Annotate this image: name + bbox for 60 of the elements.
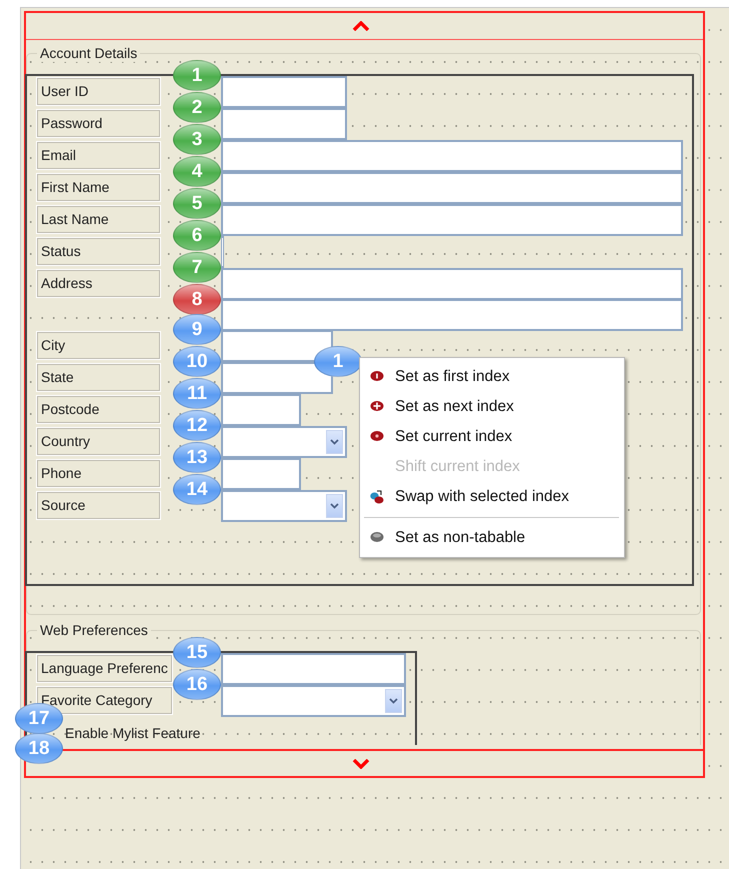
input-field[interactable] xyxy=(221,76,347,108)
field-label: Country xyxy=(36,427,161,456)
dropdown-field[interactable] xyxy=(221,685,406,717)
tab-order-badge[interactable]: 16 xyxy=(173,669,221,700)
tab-order-badge[interactable]: 13 xyxy=(173,442,221,473)
menu-item[interactable]: Set as next index xyxy=(362,392,622,422)
menu-item[interactable]: Set as first index xyxy=(362,362,622,392)
tab-order-badge[interactable]: 5 xyxy=(173,188,221,219)
field-label: Address xyxy=(36,269,161,298)
input-field[interactable] xyxy=(221,268,683,300)
tab-order-badge[interactable]: 1 xyxy=(173,60,221,91)
field-label: First Name xyxy=(36,173,161,202)
swap-icon xyxy=(370,490,384,504)
tab-order-badge[interactable]: 18 xyxy=(15,733,63,764)
input-field[interactable] xyxy=(221,362,333,394)
tab-order-badge[interactable]: 6 xyxy=(173,220,221,251)
tab-order-badge[interactable]: 8 xyxy=(173,284,221,315)
field-label: Language Preferenc xyxy=(36,654,173,683)
field-label: User ID xyxy=(36,77,161,106)
tab-order-badge[interactable]: 10 xyxy=(173,346,221,377)
field-label: Password xyxy=(36,109,161,138)
input-field[interactable] xyxy=(221,394,301,426)
chevron-down-icon xyxy=(352,758,370,768)
menu-item[interactable]: Set current index xyxy=(362,422,622,452)
input-field[interactable] xyxy=(221,299,683,331)
field-label: Last Name xyxy=(36,205,161,234)
field-label: Source xyxy=(36,491,161,520)
index-icon xyxy=(370,400,384,414)
tab-order-badge[interactable]: 15 xyxy=(173,637,221,668)
field-label: City xyxy=(36,331,161,360)
input-field[interactable] xyxy=(221,236,224,268)
tab-order-badge[interactable]: 11 xyxy=(173,378,221,409)
tab-order-badge[interactable]: 14 xyxy=(173,474,221,505)
field-label: Phone xyxy=(36,459,161,488)
input-field[interactable] xyxy=(221,204,683,236)
input-field[interactable] xyxy=(221,653,406,685)
chevron-up-icon xyxy=(352,21,370,31)
input-field[interactable] xyxy=(221,458,301,490)
field-label: Status xyxy=(36,237,161,266)
checkbox-label: Enable Mylist Feature xyxy=(65,725,200,741)
menu-item[interactable]: Set as non-tabable xyxy=(362,523,622,553)
field-label: Email xyxy=(36,141,161,170)
index-icon xyxy=(370,531,384,545)
field-label: Postcode xyxy=(36,395,161,424)
input-field[interactable] xyxy=(221,140,683,172)
input-field[interactable] xyxy=(221,172,683,204)
index-icon xyxy=(370,430,384,444)
tab-order-badge[interactable]: 4 xyxy=(173,156,221,187)
menu-item[interactable]: Swap with selected index xyxy=(362,482,622,512)
tab-order-badge[interactable]: 2 xyxy=(173,92,221,123)
dropdown-field[interactable] xyxy=(221,426,347,458)
tab-order-badge[interactable]: 12 xyxy=(173,410,221,441)
input-field[interactable] xyxy=(221,108,347,140)
dropdown-field[interactable] xyxy=(221,490,347,522)
index-icon xyxy=(370,370,384,384)
tab-order-badge[interactable]: 3 xyxy=(173,124,221,155)
tab-order-badge[interactable]: 9 xyxy=(173,314,221,345)
input-field[interactable] xyxy=(221,330,333,362)
tab-order-badge[interactable]: 7 xyxy=(173,252,221,283)
field-label: State xyxy=(36,363,161,392)
